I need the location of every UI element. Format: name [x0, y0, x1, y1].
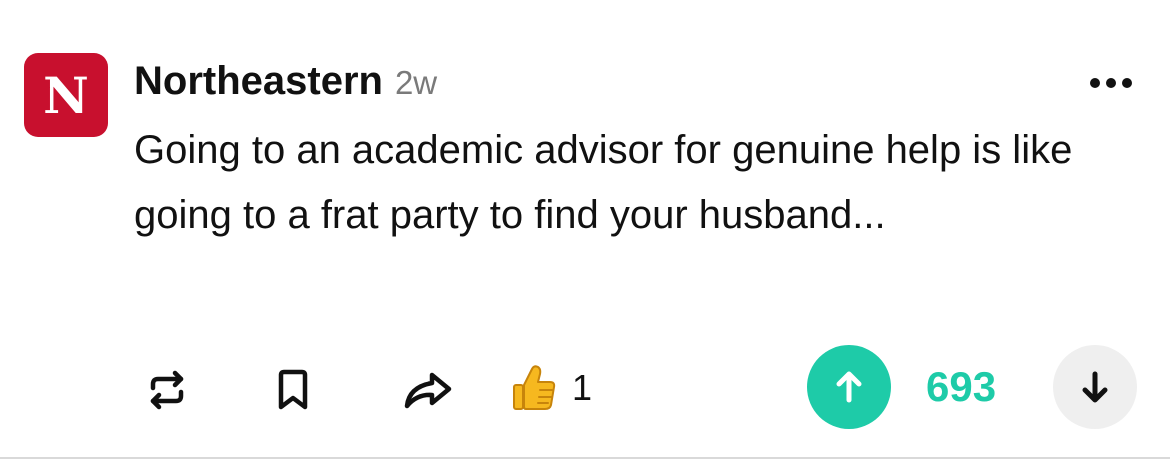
share-button[interactable]	[400, 367, 456, 413]
more-horizontal-icon	[1090, 78, 1132, 88]
vote-score: 693	[926, 363, 997, 410]
repost-button[interactable]	[144, 367, 190, 413]
reaction-count: 1	[572, 367, 593, 408]
downvote-button[interactable]	[1053, 345, 1137, 429]
post-body: Going to an academic advisor for genuine…	[134, 128, 1073, 237]
thumbs-up-icon	[513, 365, 556, 410]
bookmark-button[interactable]	[270, 367, 316, 413]
bottom-divider	[0, 457, 1170, 459]
upvote-button[interactable]	[807, 345, 891, 429]
reaction-button[interactable]: 1	[510, 363, 592, 413]
community-avatar[interactable]: N	[24, 53, 108, 137]
community-name[interactable]: Northeastern	[134, 55, 383, 107]
bookmark-icon	[278, 369, 308, 410]
post-actions-bar: 1 693	[0, 345, 1170, 431]
arrow-up-icon	[836, 371, 862, 403]
post-header: Northeastern 2w	[134, 55, 437, 109]
arrow-down-icon	[1082, 371, 1108, 403]
share-arrow-icon	[404, 372, 452, 409]
avatar-letter: N	[43, 66, 89, 125]
repost-icon	[150, 370, 184, 410]
post-age: 2w	[394, 64, 438, 101]
more-options-button[interactable]	[1086, 65, 1136, 101]
